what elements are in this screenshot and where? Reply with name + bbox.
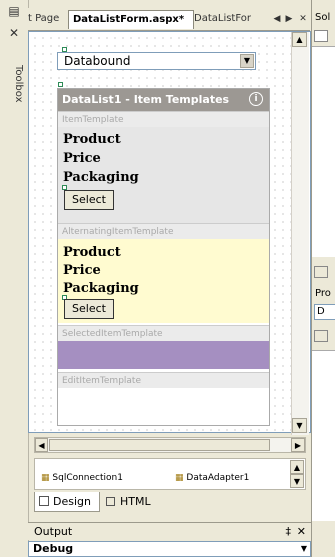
price-label: Price xyxy=(63,263,101,278)
solution-explorer-title: Sol xyxy=(315,12,331,23)
info-icon[interactable]: i xyxy=(249,92,263,106)
solution-explorer-panel: Sol Pro D xyxy=(311,0,335,557)
packaging-label: Packaging xyxy=(63,281,139,296)
server-explorer-icon[interactable]: ▤ xyxy=(6,4,22,18)
edit-template-header: EditItemTemplate xyxy=(58,372,269,388)
close-icon[interactable]: ✕ xyxy=(297,523,306,541)
vertical-scrollbar[interactable]: ▲ ▼ xyxy=(291,32,309,435)
select-button[interactable]: Select xyxy=(64,190,114,210)
tab-datalistform[interactable]: DataListForm.aspx* xyxy=(68,10,194,29)
pin-icon[interactable]: ‡ xyxy=(286,523,292,541)
tray-item-dataadapter[interactable]: ▦ DataAdapter1 xyxy=(175,473,285,487)
tab-scroll-right-icon[interactable]: ▶ xyxy=(284,12,294,26)
properties-object-dropdown[interactable]: D xyxy=(314,304,335,320)
component-tray: ▦ SqlConnection1 ▦ DataAdapter1 ▲ ▼ xyxy=(34,458,306,490)
databound-dropdown[interactable]: Databound ▼ xyxy=(57,52,256,70)
scroll-left-icon[interactable]: ◀ xyxy=(35,438,48,452)
selected-template-area[interactable] xyxy=(58,341,269,369)
tab-icon[interactable] xyxy=(314,266,328,278)
solution-tree[interactable] xyxy=(312,46,335,257)
datalist-header: DataList1 - Item Templates i xyxy=(58,89,269,111)
horizontal-scrollbar[interactable]: ◀ ▶ xyxy=(34,437,306,453)
html-tab[interactable]: HTML xyxy=(102,492,172,512)
output-source-dropdown[interactable]: Debug ▼ xyxy=(28,541,311,557)
design-tab-label: Design xyxy=(53,495,91,508)
chevron-down-icon[interactable]: ▼ xyxy=(301,542,307,556)
tray-item-sqlconnection[interactable]: ▦ SqlConnection1 xyxy=(41,473,161,487)
product-label: Product xyxy=(63,245,121,260)
tab-scroll-left-icon[interactable]: ◀ xyxy=(272,12,282,26)
output-title: Output xyxy=(34,525,73,538)
tab-datalistform-cs[interactable]: DataListFor xyxy=(194,10,252,28)
design-tab[interactable]: Design xyxy=(34,492,100,512)
toolbox-strip: ▤ ✕ Toolbox xyxy=(0,0,29,557)
view-tabs: Design HTML xyxy=(34,492,306,512)
price-label: Price xyxy=(63,151,101,166)
chevron-down-icon[interactable]: ▼ xyxy=(240,54,254,68)
database-icon: ▦ xyxy=(175,473,184,483)
datalist-title: DataList1 - Item Templates xyxy=(62,93,230,106)
properties-grid[interactable] xyxy=(312,350,335,521)
close-icon[interactable]: ✕ xyxy=(298,12,308,26)
dropdown-value: Databound xyxy=(64,54,131,68)
scroll-right-icon[interactable]: ▶ xyxy=(291,438,305,452)
design-view-icon xyxy=(39,496,49,506)
datalist-control[interactable]: DataList1 - Item Templates i ItemTemplat… xyxy=(57,88,270,426)
html-view-icon xyxy=(106,497,115,506)
packaging-label: Packaging xyxy=(63,170,139,185)
tray-item-label: DataAdapter1 xyxy=(186,473,250,483)
output-pane-header: Output ‡ ✕ xyxy=(28,522,311,540)
categorized-icon[interactable] xyxy=(314,330,328,342)
product-label: Product xyxy=(63,132,121,147)
alternating-template-header: AlternatingItemTemplate xyxy=(58,223,269,239)
toolbox-label[interactable]: Toolbox xyxy=(2,54,24,114)
scroll-up-icon[interactable]: ▲ xyxy=(292,32,307,47)
tray-item-label: SqlConnection1 xyxy=(52,473,123,483)
designer-surface[interactable]: Databound ▼ DataList1 - Item Templates i… xyxy=(28,31,311,452)
html-tab-label: HTML xyxy=(120,495,151,508)
toolbox-icon[interactable]: ✕ xyxy=(6,26,22,40)
document-tab-bar: t Page DataListForm.aspx* DataListFor ◀ … xyxy=(28,8,310,31)
toolbar-icon[interactable] xyxy=(314,30,328,42)
item-template-header: ItemTemplate xyxy=(58,111,269,127)
tab-page[interactable]: t Page xyxy=(28,10,65,28)
database-icon: ▦ xyxy=(41,473,50,483)
scroll-up-icon[interactable]: ▲ xyxy=(290,460,304,474)
selected-template-header: SelectedItemTemplate xyxy=(58,325,269,341)
dropdown-value: Debug xyxy=(33,542,74,555)
properties-title: Pro xyxy=(315,288,331,299)
control-glyph-icon xyxy=(58,82,63,87)
alternating-template-area[interactable]: Product Price Packaging Select xyxy=(58,239,269,323)
select-button[interactable]: Select xyxy=(64,299,114,319)
scroll-down-icon[interactable]: ▼ xyxy=(292,418,307,433)
item-template-area[interactable]: Product Price Packaging Select xyxy=(58,127,269,223)
scroll-thumb[interactable] xyxy=(49,439,270,451)
edit-template-area[interactable] xyxy=(58,388,269,418)
scroll-down-icon[interactable]: ▼ xyxy=(290,474,304,488)
